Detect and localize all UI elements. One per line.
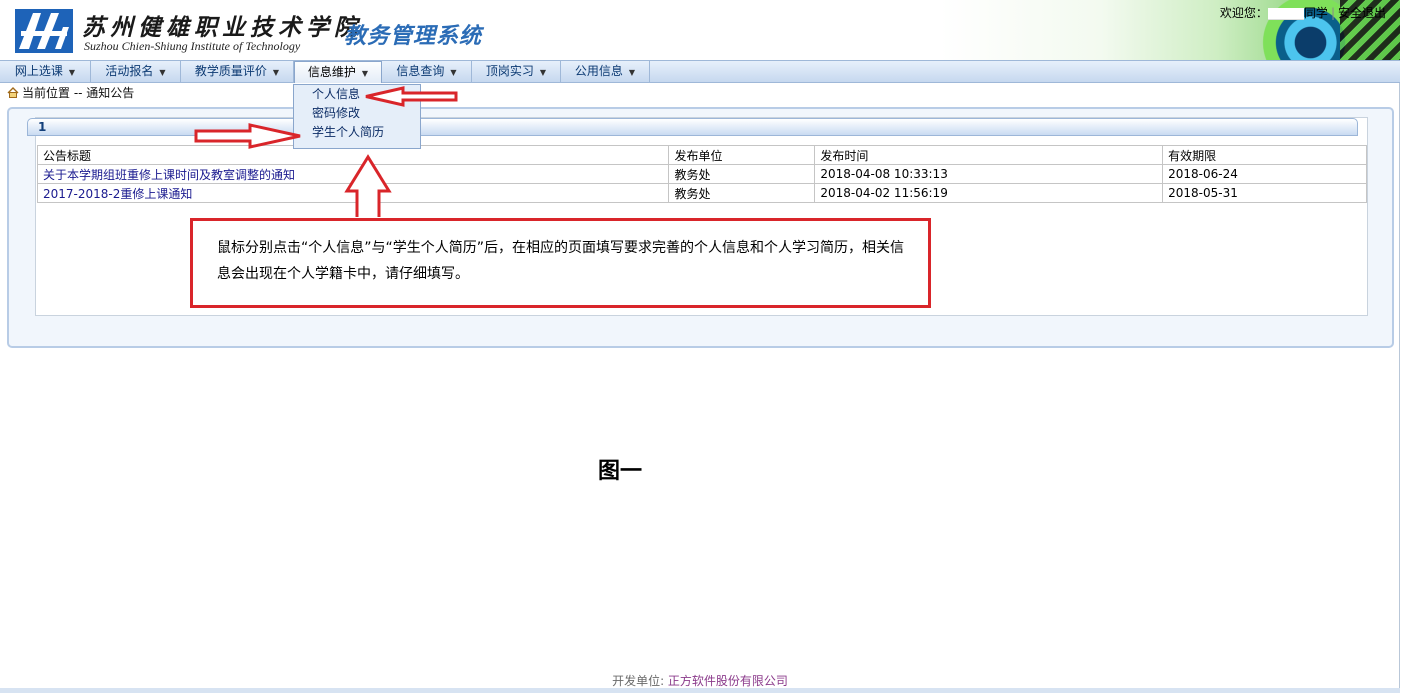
school-name-cn: 苏州健雄职业技术学院 [82, 14, 362, 41]
user-bar: 欢迎您： 同学 | 安全退出 [1220, 4, 1386, 21]
nav-item-teaching-evaluation[interactable]: 教学质量评价 ▼ [181, 61, 294, 83]
school-name-en: Suzhou Chien-Shiung Institute of Technol… [84, 39, 301, 53]
table-row: 关于本学期组班重修上课时间及教室调整的通知 教务处 2018-04-08 10:… [36, 164, 1367, 184]
breadcrumb-text: 当前位置 -- 通知公告 [22, 86, 135, 100]
notice-page-tab: 1 [27, 118, 1358, 136]
footer-prefix: 开发单位: [612, 674, 668, 688]
table-row: 2017-2018-2重修上课通知 教务处 2018-04-02 11:56:1… [36, 183, 1367, 203]
header-valid-until: 有效期限 [1162, 145, 1367, 165]
bottom-bar [0, 688, 1400, 693]
logout-link[interactable]: 安全退出 [1338, 6, 1386, 20]
menu-item-change-password[interactable]: 密码修改 [294, 104, 420, 123]
school-logo-icon [15, 9, 73, 53]
menu-item-personal-info[interactable]: 个人信息 [294, 85, 420, 104]
annotation-text: 鼠标分别点击“个人信息”与“学生个人简历”后，在相应的页面填写要求完善的个人信息… [217, 240, 905, 282]
home-icon [7, 87, 19, 98]
notice-title-cell: 2017-2018-2重修上课通知 [36, 183, 670, 203]
notice-title-link[interactable]: 关于本学期组班重修上课时间及教室调整的通知 [43, 168, 295, 182]
footer-company: 正方软件股份有限公司 [667, 674, 788, 688]
nav-label: 信息查询 [396, 64, 445, 78]
nav-item-info-maintenance[interactable]: 信息维护 ▼ [294, 61, 382, 83]
page-number[interactable]: 1 [38, 120, 46, 134]
caret-down-icon: ▼ [628, 68, 636, 77]
nav-label: 教学质量评价 [194, 64, 267, 78]
nav-item-public-info[interactable]: 公用信息 ▼ [561, 61, 650, 83]
welcome-text: 欢迎您： [1219, 6, 1268, 20]
user-suffix: 同学 [1303, 6, 1328, 20]
publisher-cell: 教务处 [668, 183, 816, 203]
table-header-row: 公告标题 发布单位 发布时间 有效期限 [36, 145, 1367, 165]
nav-item-info-query[interactable]: 信息查询 ▼ [382, 61, 472, 83]
caret-down-icon: ▼ [539, 68, 547, 77]
nav-label: 公用信息 [574, 64, 623, 78]
nav-item-internship[interactable]: 顶岗实习 ▼ [472, 61, 561, 83]
nav-label: 顶岗实习 [485, 64, 534, 78]
system-title: 教务管理系统 [344, 24, 483, 49]
redacted-username [1267, 7, 1304, 20]
figure-label: 图一 [598, 459, 643, 484]
nav-item-course-selection[interactable]: 网上选课 ▼ [0, 61, 91, 83]
annotation-callout: 鼠标分别点击“个人信息”与“学生个人简历”后，在相应的页面填写要求完善的个人信息… [190, 218, 931, 308]
caret-down-icon: ▼ [272, 68, 280, 77]
notice-title-link[interactable]: 2017-2018-2重修上课通知 [43, 187, 192, 201]
menu-item-student-resume[interactable]: 学生个人简历 [294, 123, 420, 142]
header-publish-time: 发布时间 [814, 145, 1164, 165]
nav-label: 信息维护 [307, 65, 356, 79]
nav-label: 活动报名 [105, 64, 154, 78]
header-publisher: 发布单位 [668, 145, 816, 165]
separator: | [1330, 6, 1335, 20]
caret-down-icon: ▼ [68, 68, 76, 77]
nav-label: 网上选课 [14, 64, 63, 78]
breadcrumb: 当前位置 -- 通知公告 [7, 84, 134, 101]
nav-item-activity-signup[interactable]: 活动报名 ▼ [91, 61, 181, 83]
page-frame: 苏州健雄职业技术学院 Suzhou Chien-Shiung Institute… [0, 0, 1400, 693]
publisher-cell: 教务处 [668, 164, 816, 184]
notice-title-cell: 关于本学期组班重修上课时间及教室调整的通知 [36, 164, 670, 184]
publish-time-cell: 2018-04-08 10:33:13 [814, 164, 1164, 184]
caret-down-icon: ▼ [159, 68, 166, 77]
caret-down-icon: ▼ [361, 69, 369, 78]
notice-table: 公告标题 发布单位 发布时间 有效期限 关于本学期组班重修上课时间及教室调整的通… [36, 145, 1367, 203]
main-nav: 网上选课 ▼ 活动报名 ▼ 教学质量评价 ▼ 信息维护 ▼ 信息查询 ▼ 顶岗实习 ▼ 公用… [0, 60, 1400, 83]
valid-until-cell: 2018-05-31 [1162, 183, 1367, 203]
caret-down-icon: ▼ [450, 68, 457, 77]
footer: 开发单位: 正方软件股份有限公司 [0, 672, 1400, 689]
header: 苏州健雄职业技术学院 Suzhou Chien-Shiung Institute… [0, 0, 1400, 60]
valid-until-cell: 2018-06-24 [1162, 164, 1367, 184]
publish-time-cell: 2018-04-02 11:56:19 [814, 183, 1164, 203]
info-maintenance-dropdown: 个人信息 密码修改 学生个人简历 [293, 84, 421, 149]
